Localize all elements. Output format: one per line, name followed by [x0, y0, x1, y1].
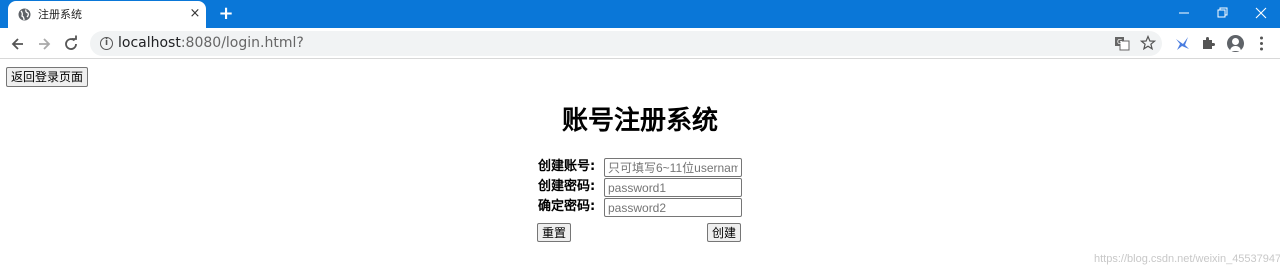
- confirm-password-label: 确定密码:: [538, 199, 596, 214]
- plus-icon[interactable]: +: [217, 5, 235, 23]
- window-close-icon[interactable]: [1249, 4, 1273, 22]
- create-account-label: 创建账号:: [538, 159, 596, 174]
- back-to-login-button[interactable]: 返回登录页面: [6, 67, 89, 87]
- watermark-text: https://blog.csdn.net/weixin_45537947: [1094, 253, 1280, 265]
- translate-icon[interactable]: G: [1114, 35, 1130, 51]
- restore-icon[interactable]: [1210, 4, 1234, 22]
- puzzle-icon[interactable]: [1200, 35, 1217, 52]
- url-text: localhost:8080/login.html?: [118, 35, 304, 52]
- url-host: localhost: [118, 35, 181, 51]
- extension-bird-icon[interactable]: [1174, 35, 1191, 52]
- password-input[interactable]: [604, 178, 742, 197]
- profile-icon[interactable]: [1227, 35, 1244, 52]
- globe-icon: [18, 8, 31, 21]
- confirm-password-input[interactable]: [604, 198, 742, 217]
- page-title: 账号注册系统: [561, 106, 718, 136]
- create-button[interactable]: 创建: [707, 223, 742, 242]
- back-arrow-icon[interactable]: [8, 34, 28, 54]
- menu-dots-icon[interactable]: [1253, 35, 1270, 52]
- account-input[interactable]: [604, 158, 742, 177]
- address-bar[interactable]: i localhost:8080/login.html? G: [90, 31, 1162, 56]
- browser-tab[interactable]: 注册系统 ×: [8, 1, 206, 28]
- tab-title: 注册系统: [38, 8, 82, 21]
- create-password-label: 创建密码:: [538, 179, 596, 194]
- close-icon[interactable]: ×: [188, 7, 202, 21]
- star-icon[interactable]: [1140, 35, 1156, 51]
- reload-icon[interactable]: [61, 34, 81, 54]
- browser-toolbar: i localhost:8080/login.html? G: [0, 28, 1280, 59]
- reset-button[interactable]: 重置: [537, 223, 572, 242]
- info-icon[interactable]: i: [100, 37, 113, 50]
- tab-bar: 注册系统 × +: [0, 0, 1280, 28]
- page-content: 返回登录页面 账号注册系统 创建账号: 创建密码: 确定密码: 重置 创建 ht…: [0, 60, 1280, 274]
- url-path: :8080/login.html?: [180, 35, 304, 51]
- forward-arrow-icon[interactable]: [34, 34, 54, 54]
- svg-text:G: G: [1117, 38, 1122, 46]
- minimize-icon[interactable]: [1172, 4, 1196, 22]
